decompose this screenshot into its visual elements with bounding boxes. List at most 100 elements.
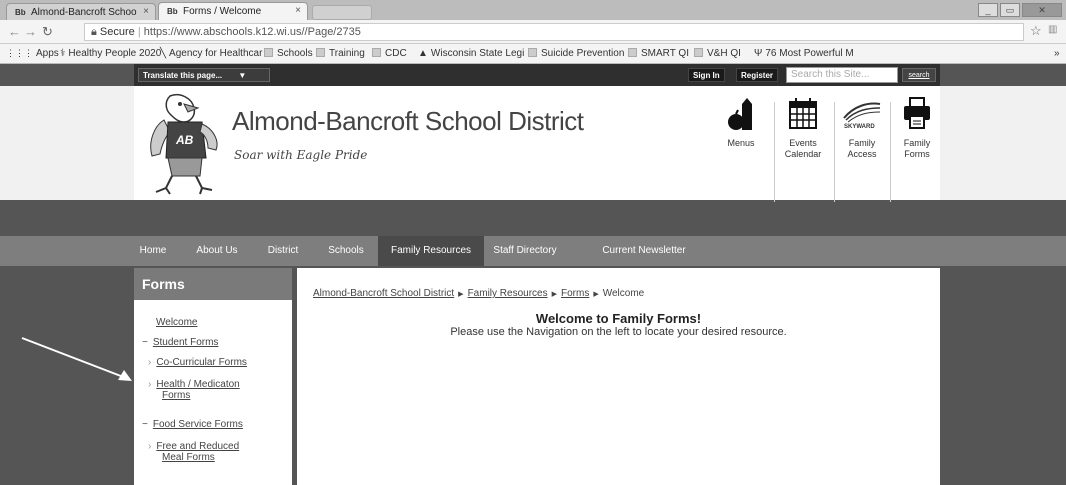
sidebar-item-free-reduced-meal-forms[interactable]: › Free and Reduced Meal Forms	[148, 441, 239, 463]
skyward-icon: SKYWARD	[843, 102, 881, 130]
minimize-icon[interactable]: _	[978, 3, 998, 17]
bookmark-smart-qi[interactable]: SMART QI	[628, 48, 689, 59]
more-bookmarks-icon[interactable]: »	[1054, 48, 1060, 59]
restore-icon[interactable]: ▭	[1000, 3, 1020, 17]
tab-almond-bancroft[interactable]: Bb Almond-Bancroft Schoo ×	[6, 3, 156, 20]
nav-district[interactable]: District	[264, 236, 302, 266]
bookmark-cdc[interactable]: CDC	[372, 48, 407, 59]
nav-about-us[interactable]: About Us	[194, 236, 240, 266]
translate-dropdown[interactable]: Translate this page... ▼	[138, 68, 270, 82]
bookmark-training[interactable]: Training	[316, 48, 365, 59]
menu-icon[interactable]: ▥	[1048, 24, 1057, 35]
collapse-icon[interactable]: −	[142, 337, 148, 348]
reload-icon[interactable]: ↻	[42, 24, 53, 40]
bookmark-suicide-prevention[interactable]: Suicide Prevention	[528, 48, 624, 59]
sidebar-item-label: Free and Reduced	[156, 441, 240, 452]
folder-icon	[628, 48, 637, 57]
bookmark-apps[interactable]: ⋮⋮⋮ Apps	[6, 48, 59, 59]
close-window-icon[interactable]: ✕	[1022, 3, 1062, 17]
bookmark-agency-healthcare[interactable]: ╲ Agency for Healthcar	[160, 48, 262, 59]
sidebar-item-health-medication-forms[interactable]: › Health / Medicaton Forms	[148, 379, 240, 401]
site-tagline: Soar with Eagle Pride	[234, 148, 368, 162]
url-text: https://www.abschools.k12.wi.us//Page/27…	[143, 26, 361, 38]
breadcrumb-current: Welcome	[602, 288, 645, 299]
breadcrumb-link[interactable]: Family Resources	[468, 288, 548, 299]
lock-icon: 🔒︎	[91, 26, 97, 38]
search-input[interactable]: Search this Site...	[786, 67, 898, 83]
nav-current-newsletter[interactable]: Current Newsletter	[596, 236, 692, 266]
address-bar-row: ← → ↻ 🔒︎ Secure | https://www.abschools.…	[0, 20, 1066, 44]
breadcrumb-arrow-icon: ▶	[458, 291, 464, 298]
collapse-icon[interactable]: −	[142, 419, 148, 430]
bookmark-vh-qi[interactable]: V&H QI	[694, 48, 741, 59]
register-button[interactable]: Register	[736, 68, 779, 82]
sidebar-item-label: Health / Medicaton	[156, 379, 240, 390]
quicklink-family-forms[interactable]: Family Forms	[892, 92, 942, 160]
tab-title: Forms / Welcome	[183, 6, 262, 17]
blackboard-favicon-icon: Bb	[167, 7, 178, 16]
folder-icon	[316, 48, 325, 57]
sidebar-item-welcome[interactable]: Welcome	[156, 317, 198, 328]
sidebar: Forms Welcome − Student Forms › Co-Curricu…	[134, 268, 292, 485]
capitol-icon: ▲	[418, 48, 428, 59]
sidebar-item-label: Food Service Forms	[152, 419, 243, 430]
main-navigation: Home About Us District Schools Family Re…	[0, 236, 1066, 266]
bookmark-label: CDC	[385, 48, 407, 59]
translate-label: Translate this page...	[143, 71, 223, 80]
chevron-right-icon: ›	[148, 357, 152, 368]
bookmark-star-icon[interactable]: ☆	[1030, 23, 1042, 39]
bookmark-76-most-powerful[interactable]: Ψ 76 Most Powerful M	[754, 48, 854, 59]
breadcrumb: Almond-Bancroft School District ▶ Family R…	[313, 288, 644, 299]
site-title[interactable]: Almond-Bancroft School District	[232, 106, 584, 137]
sign-in-button[interactable]: Sign In	[688, 68, 725, 82]
breadcrumb-link[interactable]: Almond-Bancroft School District	[313, 288, 454, 299]
quicklink-menus[interactable]: Menus	[716, 92, 766, 149]
sidebar-item-student-forms[interactable]: − Student Forms	[142, 337, 218, 348]
bookmark-label: Suicide Prevention	[541, 48, 625, 59]
bookmark-label: Agency for Healthcar	[169, 48, 263, 59]
tab-close-icon[interactable]: ×	[295, 5, 301, 16]
nav-staff-directory[interactable]: Staff Directory	[490, 236, 560, 266]
chevron-right-icon: ›	[148, 379, 152, 390]
browser-tab-bar: Bb Almond-Bancroft Schoo × Bb Forms / We…	[0, 0, 1066, 20]
nav-home[interactable]: Home	[134, 236, 172, 266]
bookmark-label: Wisconsin State Legi	[430, 48, 525, 59]
quicklink-events-calendar[interactable]: Events Calendar	[778, 92, 828, 160]
page-instructions: Please use the Navigation on the left to…	[450, 326, 787, 338]
site-header: Translate this page... ▼ Sign In Registe…	[134, 64, 942, 202]
quicklink-label: Family Access	[847, 138, 877, 159]
quicklink-family-access[interactable]: SKYWARD Family Access	[834, 92, 890, 160]
search-button[interactable]: search	[902, 68, 936, 82]
tab-close-icon[interactable]: ×	[143, 6, 149, 17]
printer-icon	[904, 97, 930, 129]
sidebar-item-co-curricular-forms[interactable]: › Co-Curricular Forms	[148, 357, 247, 368]
bookmark-schools[interactable]: Schools	[264, 48, 313, 59]
tab-forms-welcome[interactable]: Bb Forms / Welcome ×	[158, 2, 308, 20]
apps-grid-icon: ⋮⋮⋮	[6, 48, 33, 58]
skyward-wordmark: SKYWARD	[844, 124, 875, 130]
healthy-people-icon: ⚕	[60, 48, 66, 59]
sidebar-item-label: Co-Curricular Forms	[156, 357, 247, 368]
main-content: Almond-Bancroft School District ▶ Family R…	[297, 268, 940, 485]
back-icon[interactable]: ←	[8, 24, 21, 39]
utility-bar: Translate this page... ▼ Sign In Registe…	[134, 64, 940, 86]
secure-label: Secure	[99, 26, 135, 38]
url-field[interactable]: 🔒︎ Secure | https://www.abschools.k12.wi…	[84, 23, 1024, 41]
bookmark-label: V&H QI	[707, 48, 741, 59]
eagle-mascot-logo[interactable]: AB	[140, 92, 226, 196]
forward-icon[interactable]: →	[24, 24, 37, 39]
breadcrumb-link[interactable]: Forms	[561, 288, 589, 299]
sidebar-item-food-service-forms[interactable]: − Food Service Forms	[142, 419, 243, 430]
new-tab-button[interactable]	[312, 5, 372, 20]
nav-schools[interactable]: Schools	[324, 236, 368, 266]
chevron-right-icon: ›	[148, 441, 152, 452]
nav-family-resources[interactable]: Family Resources	[378, 236, 484, 266]
folder-icon	[372, 48, 381, 57]
psi-icon: Ψ	[754, 48, 763, 59]
quicklink-label: Family Forms	[903, 138, 931, 159]
bookmark-label: Healthy People 2020	[68, 48, 162, 59]
tab-title: Almond-Bancroft Schoo	[31, 7, 137, 18]
apple-milk-icon	[728, 98, 752, 130]
bookmark-healthy-people[interactable]: ⚕ Healthy People 2020	[60, 48, 161, 59]
bookmark-wisconsin-legislature[interactable]: ▲ Wisconsin State Legi	[418, 48, 524, 59]
